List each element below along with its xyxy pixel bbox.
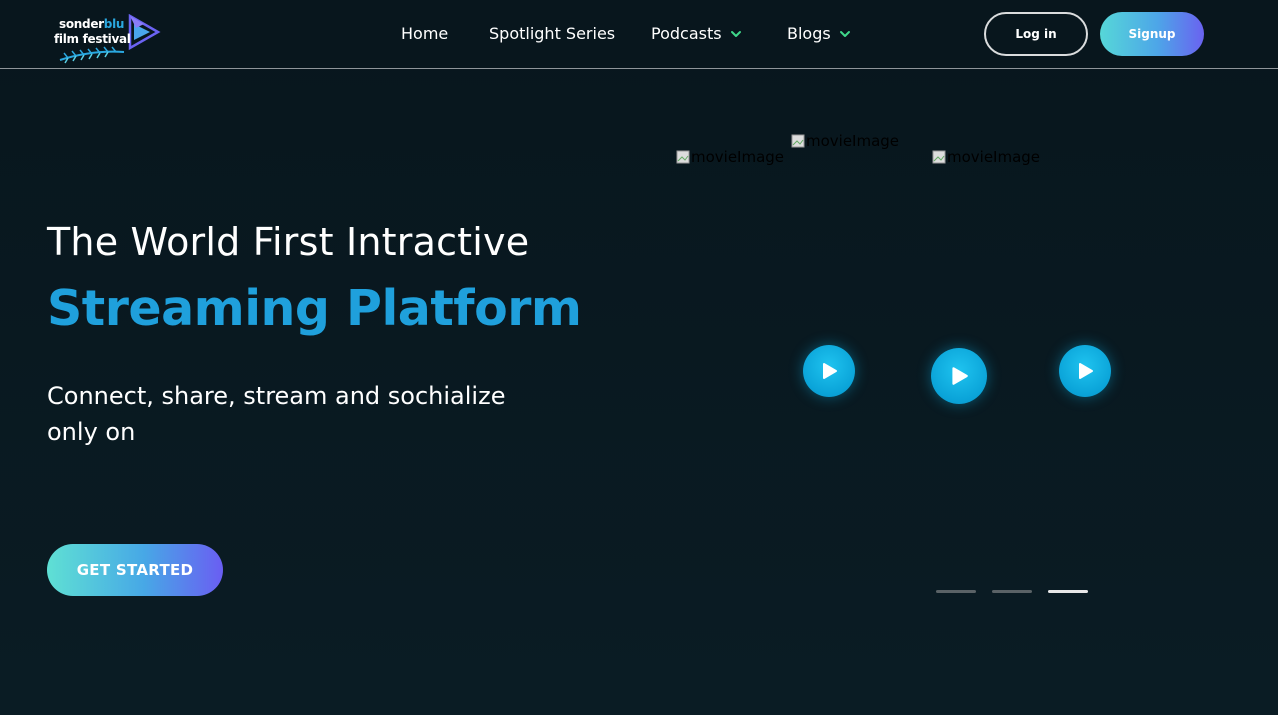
hero-title-line2: Streaming Platform [47, 280, 582, 337]
nav-home-label: Home [401, 24, 449, 43]
get-started-button[interactable]: GET STARTED [47, 544, 223, 596]
signup-button[interactable]: Signup [1100, 12, 1204, 56]
hero-subtitle: Connect, share, stream and sochialize on… [47, 382, 506, 446]
chevron-down-icon [730, 30, 741, 37]
nav-podcasts-label: Podcasts [651, 24, 722, 43]
login-button[interactable]: Log in [984, 12, 1088, 56]
movie-image[interactable]: movieImage [932, 148, 1040, 166]
sonderblu-logo[interactable]: sonderblu film festival [52, 14, 162, 64]
broken-image-icon [791, 134, 805, 148]
movie-image-alt: movieImage [806, 132, 900, 150]
site-header: sonderblu film festival Home Spotlight S… [0, 0, 1278, 69]
play-icon [823, 363, 837, 379]
play-icon [1079, 363, 1093, 379]
broken-image-icon [676, 150, 690, 164]
carousel-indicator[interactable] [992, 590, 1032, 593]
nav-blogs-label: Blogs [787, 24, 831, 43]
movie-image[interactable]: movieImage [676, 148, 784, 166]
logo-text-line1: sonderblu [59, 17, 125, 31]
play-button[interactable] [931, 348, 987, 404]
broken-image-icon [932, 150, 946, 164]
nav-spotlight-series[interactable]: Spotlight Series [489, 24, 615, 43]
carousel-indicator[interactable] [1048, 590, 1088, 593]
carousel-indicator[interactable] [936, 590, 976, 593]
movie-image[interactable]: movieImage [791, 132, 899, 150]
movie-image-alt: movieImage [947, 148, 1041, 166]
play-icon [952, 367, 968, 385]
play-button[interactable] [1059, 345, 1111, 397]
chevron-down-icon [839, 30, 850, 37]
logo-text-line2: film festival [54, 32, 131, 46]
nav-blogs[interactable]: Blogs [787, 24, 851, 43]
nav-home[interactable]: Home [401, 24, 448, 43]
nav-podcasts[interactable]: Podcasts [651, 24, 742, 43]
play-button[interactable] [803, 345, 855, 397]
nav-spotlight-series-label: Spotlight Series [489, 24, 616, 43]
movie-image-alt: movieImage [691, 148, 785, 166]
hero-title-line1: The World First Intractive [47, 220, 530, 264]
